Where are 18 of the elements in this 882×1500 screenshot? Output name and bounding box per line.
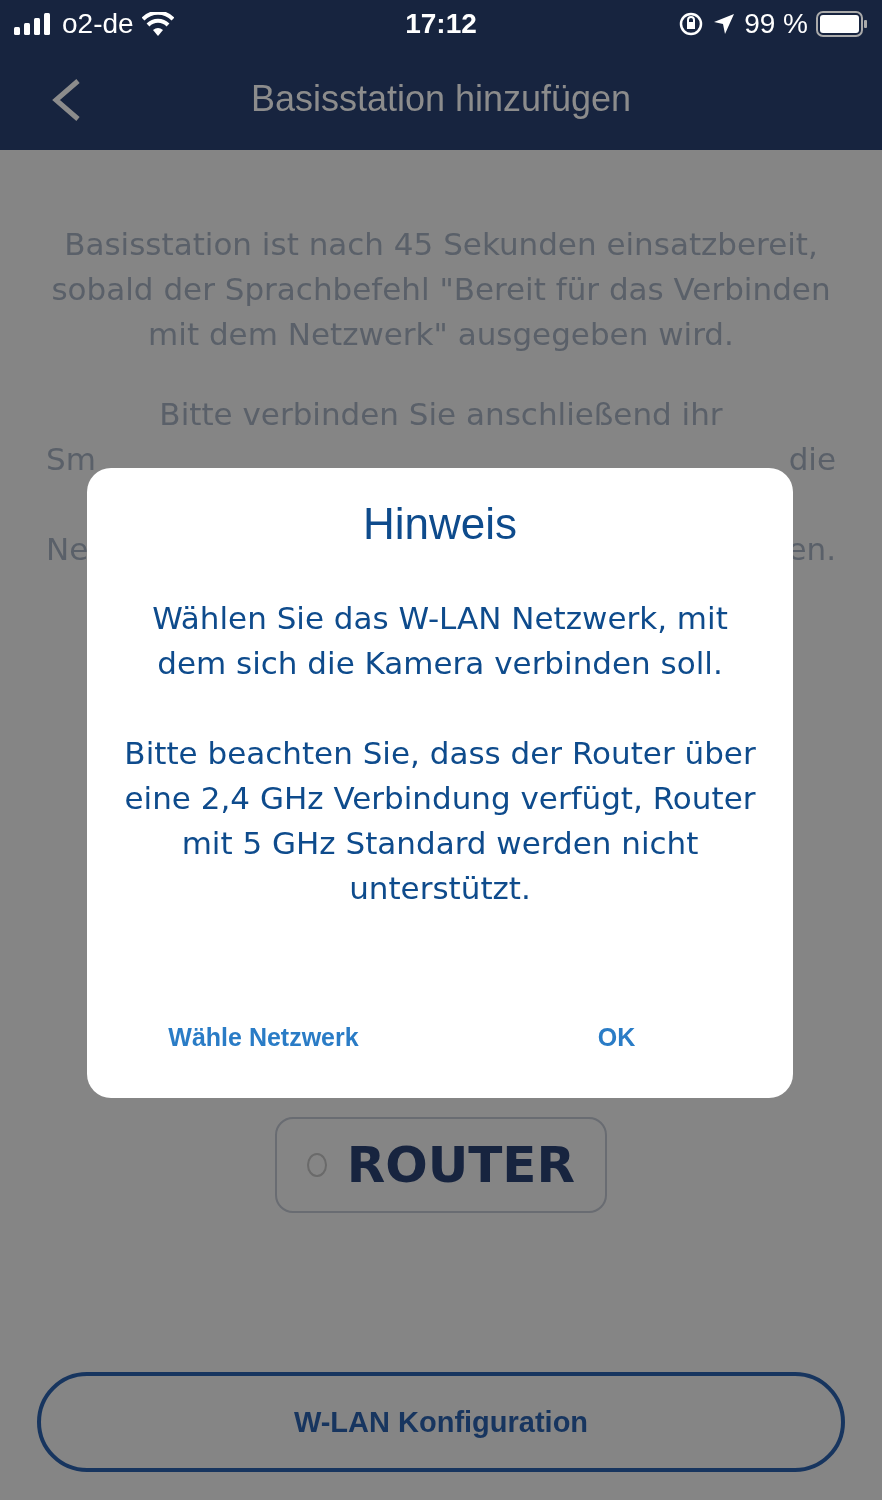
clock-time: 17:12: [405, 8, 477, 40]
dialog-title: Hinweis: [362, 498, 517, 550]
dialog-button[interactable]: OK: [440, 1015, 793, 1060]
dialog-message: Wählen Sie das W-LAN Netzwerk, mit dem sich die Kamera verbinden soll.: [151, 599, 729, 683]
wifi-icon: [141, 12, 174, 36]
wlan-configuration-button[interactable]: W-LAN Konfiguration: [37, 1372, 845, 1472]
carrier-name: o2-de: [62, 8, 134, 40]
back-chevron-icon[interactable]: [50, 78, 82, 122]
location-arrow-icon: [712, 12, 737, 36]
rotation-lock-icon: [678, 11, 705, 37]
dialog-button[interactable]: Wähle Netzwerk: [87, 1015, 440, 1060]
battery-icon: [816, 11, 868, 37]
router-logo: ROUTER: [346, 1140, 575, 1190]
router-option[interactable]: ROUTER: [275, 1117, 607, 1213]
radio-button[interactable]: [307, 1153, 327, 1177]
screen-title: Basisstation hinzufügen: [249, 78, 633, 120]
battery-percent: 99 %: [744, 8, 808, 40]
dialog-message: Bitte beachten Sie, dass der Router über eine 2,4 GHz Verbindung verfügt, Router mit 5 GHz Standard werden nicht unterstützt.: [123, 734, 757, 908]
